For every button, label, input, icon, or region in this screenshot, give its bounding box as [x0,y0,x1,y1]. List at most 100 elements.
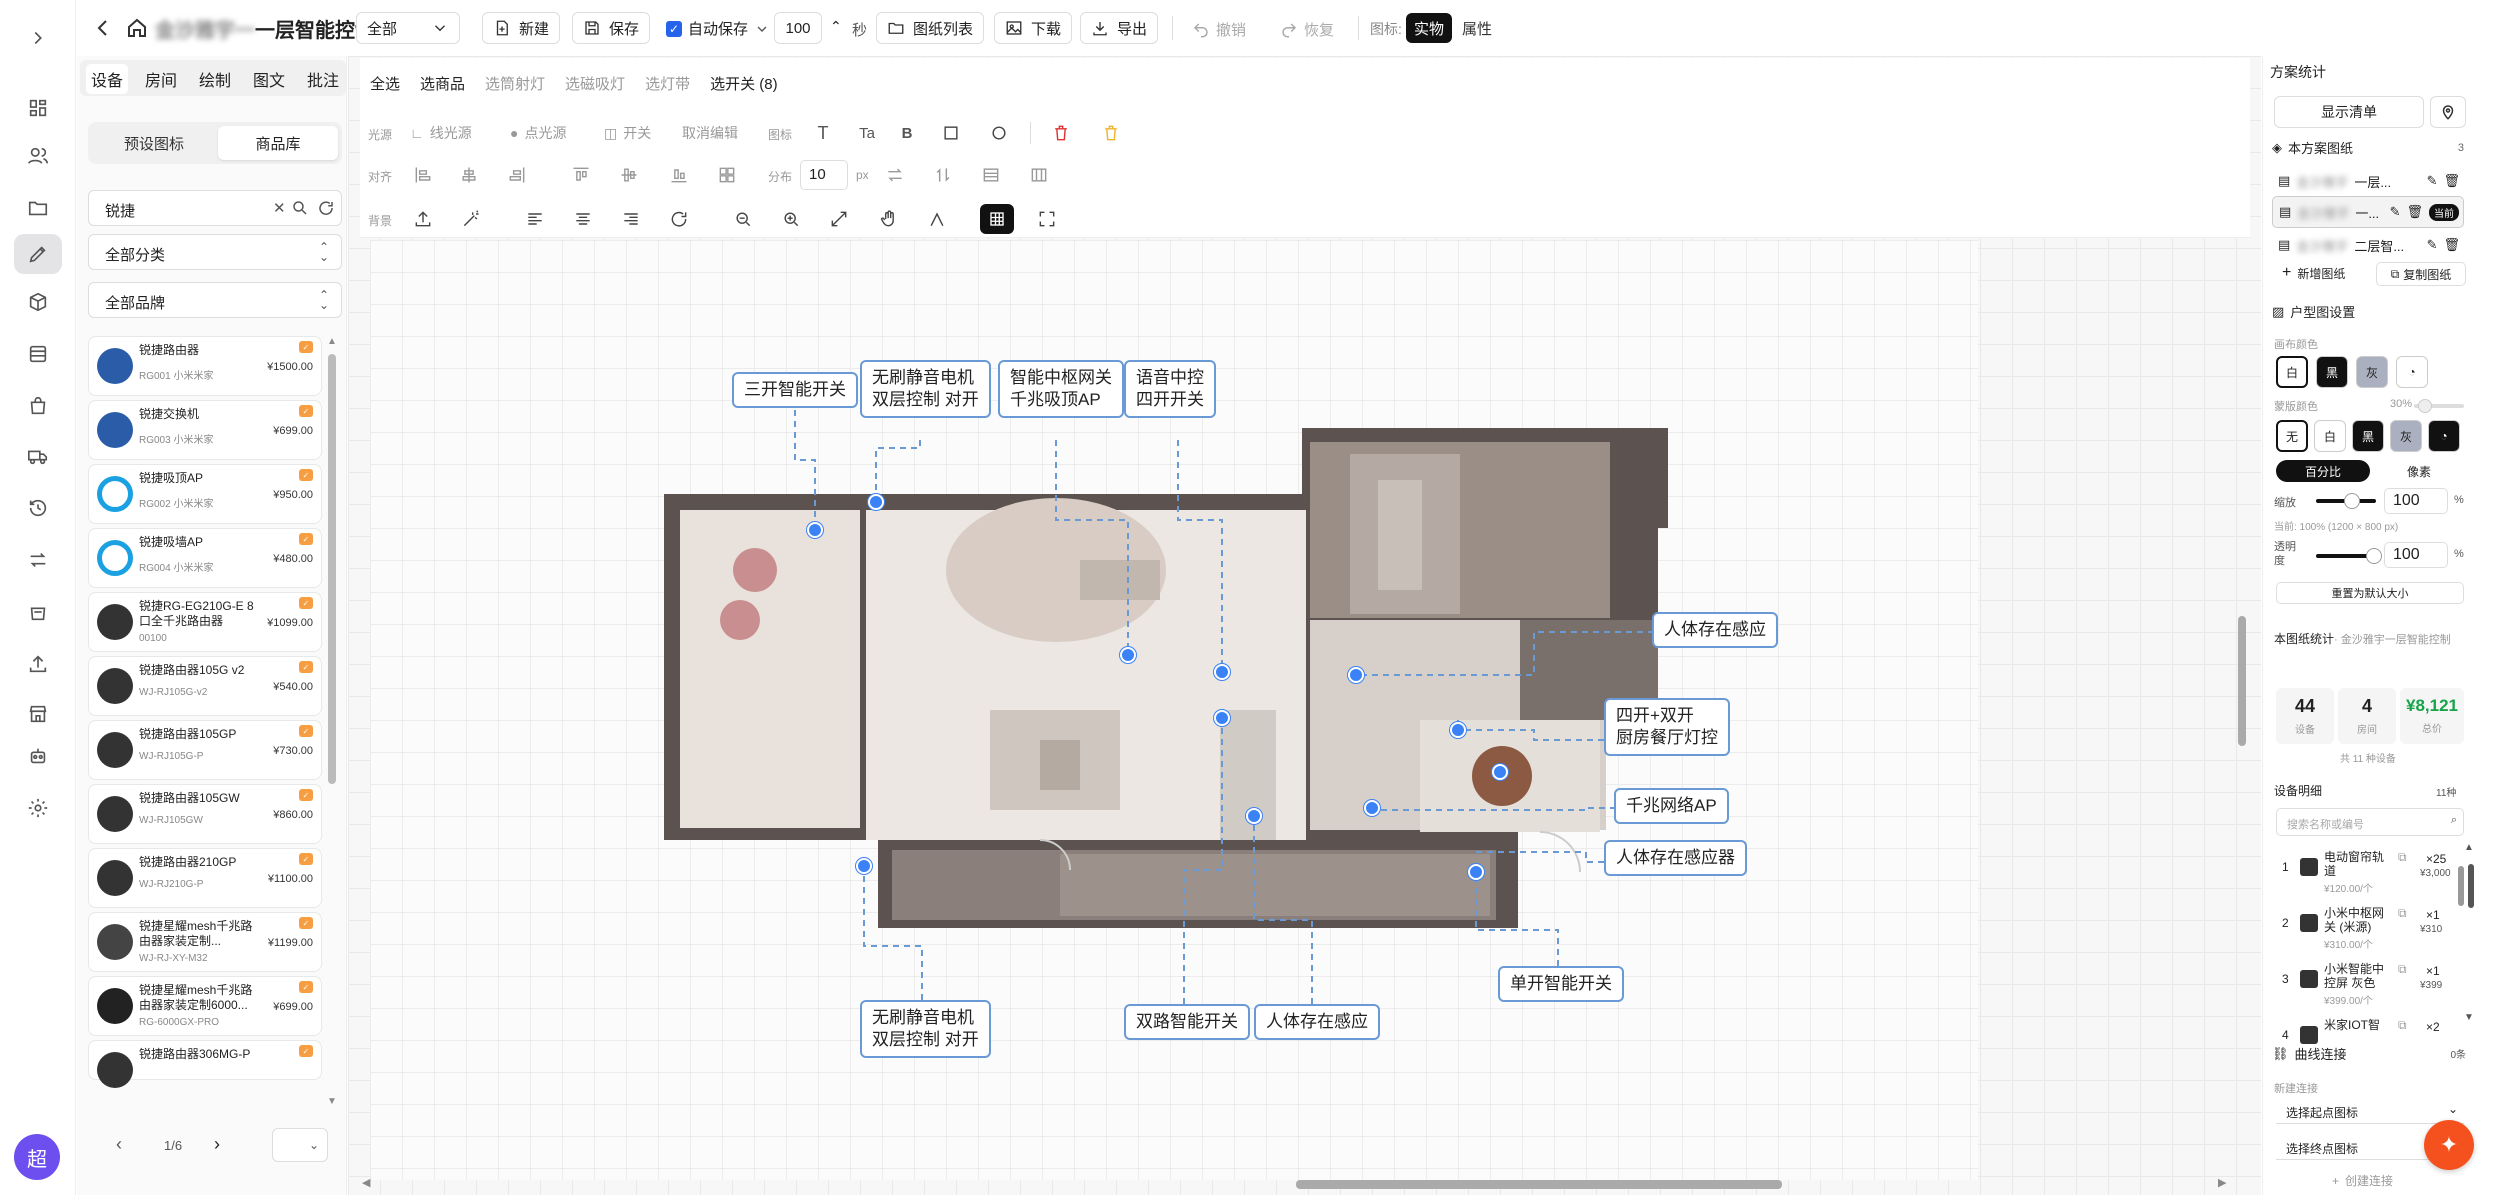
mask-gray[interactable]: 灰 [2390,420,2422,452]
callout-label[interactable]: 人体存在感应 [1652,612,1778,648]
canvas-color-gray[interactable]: 灰 [2356,356,2388,388]
detail-title: 设备明细 [2274,784,2323,798]
detail-scrollbar[interactable] [2458,866,2464,906]
right-scrollbar[interactable] [2468,864,2474,908]
file-icon: ▤ [2279,204,2292,219]
opacity-slider-thumb[interactable] [2366,548,2382,564]
detail-row[interactable]: 3 小米智能中控屏 灰色 ⧉ ×1 ¥399 ¥399.00/个 [2274,960,2460,1010]
opacity-slider[interactable] [2316,548,2382,564]
drawings-section-title: ◈ 本方案图纸 3 [2272,138,2464,157]
callout-label[interactable]: 三开智能开关 [732,372,858,408]
image-icon: ▨ [2272,303,2285,319]
device-dot[interactable] [807,522,823,538]
callout-label[interactable]: 双路智能开关 [1124,1004,1250,1040]
mask-palette-icon[interactable]: ◔ [2428,420,2460,452]
canvas-color-white[interactable]: 白 [2276,356,2308,388]
callout-label[interactable]: 无刷静音电机 双层控制 对开 [860,1000,991,1058]
copy-icon[interactable]: ⧉ [2398,906,2407,921]
detail-search-placeholder: 搜索名称或编号 [2287,819,2364,831]
device-dot[interactable] [1364,800,1380,816]
mask-slider[interactable] [2414,399,2464,413]
callout-label[interactable]: 人体存在感应 [1254,1004,1380,1040]
hscroll-right-icon[interactable]: ▶ [2218,1176,2226,1189]
copy-icon[interactable]: ⧉ [2398,850,2407,865]
scroll-up-icon[interactable]: ▲ [2464,842,2474,853]
callout-label[interactable]: 四开+双开 厨房餐厅灯控 [1604,698,1730,756]
connector-line [1055,440,1129,655]
create-connection-label: 创建连接 [2345,1174,2394,1188]
device-dot[interactable] [1450,722,1466,738]
trash-icon[interactable]: 🗑 [2443,173,2460,189]
device-dot[interactable] [868,494,884,510]
trash-icon[interactable]: 🗑 [2443,237,2460,253]
connector-lines [794,410,1654,1004]
canvas-hscroll[interactable] [1296,1180,1782,1189]
unit-percent-button[interactable]: 百分比 [2276,460,2370,482]
start-icon-select[interactable]: 选择起点图标 ⌄ [2276,1100,2464,1124]
copy-drawing-button[interactable]: ⧉ 复制图纸 [2376,262,2466,286]
drawing-name: 二层智... [2354,238,2405,254]
canvas-vscroll[interactable] [2238,616,2246,746]
copy-icon[interactable]: ⧉ [2398,962,2407,977]
opacity-input[interactable]: 100 [2384,542,2448,568]
drawing-item[interactable]: ▤ 金沙雅宇 二层智... ✎ 🗑 [2272,230,2464,260]
scale-input[interactable]: 100 [2384,488,2448,514]
callout-label[interactable]: 单开智能开关 [1498,966,1624,1002]
callout-label[interactable]: 无刷静音电机 双层控制 对开 [860,360,991,418]
stat-rooms: 4 房间 [2338,688,2396,744]
detail-row[interactable]: 2 小米中枢网关 (米源) ⧉ ×1 ¥310 ¥310.00/个 [2274,904,2460,954]
show-list-button[interactable]: 显示清单 [2274,96,2424,128]
connector-line [1475,872,1559,966]
device-dot[interactable] [1348,667,1364,683]
edit-icon[interactable]: ✎ [2390,204,2401,220]
hscroll-left-icon[interactable]: ◀ [362,1176,370,1189]
scroll-down-icon[interactable]: ▼ [2464,1012,2474,1023]
curve-section-title: ⛓ 曲线连接 0条 [2272,1044,2466,1063]
unit-pixel-button[interactable]: 像素 [2374,460,2464,482]
edit-icon[interactable]: ✎ [2427,173,2438,189]
device-dot[interactable] [1214,710,1230,726]
link-icon: ⛓ [2272,1045,2289,1061]
device-dot[interactable] [1214,664,1230,680]
stats-title: 本图纸统计· 金沙雅宇一层智能控制 [2274,628,2464,651]
mask-white[interactable]: 白 [2314,420,2346,452]
detail-search-input[interactable]: 搜索名称或编号 ⌕ [2276,808,2464,836]
drawing-item[interactable]: ▤ 金沙雅宇 一层... ✎ 🗑 [2272,166,2464,196]
device-dot[interactable] [1468,864,1484,880]
new-connection-label: 新建连接 [2274,1083,2318,1095]
palette-icon[interactable]: ◔ [2396,356,2428,388]
right-panel-title: 方案统计 [2270,64,2326,80]
file-icon: ▤ [2278,173,2291,188]
copy-icon[interactable]: ⧉ [2398,1018,2407,1033]
opacity-unit: % [2454,548,2464,560]
mask-black[interactable]: 黑 [2352,420,2384,452]
device-dot[interactable] [1246,808,1262,824]
callout-label[interactable]: 语音中控 四开开关 [1124,360,1216,418]
detail-row[interactable]: 1 电动窗帘轨道 ⧉ ×25 ¥3,000 ¥120.00/个 [2274,848,2460,898]
callout-label[interactable]: 人体存在感应器 [1604,840,1747,876]
callout-label[interactable]: 智能中枢网关 千兆吸顶AP [998,360,1124,418]
edit-icon[interactable]: ✎ [2427,237,2438,253]
mask-none[interactable]: 无 [2276,420,2308,452]
scale-slider-thumb[interactable] [2344,493,2360,509]
opacity-label: 透明度 [2274,541,2296,567]
drawing-item-current[interactable]: ▤ 金沙雅宇 一... ✎ 🗑 当前 [2272,196,2464,228]
reset-size-button[interactable]: 重置为默认大小 [2276,582,2464,604]
search-icon[interactable]: ⌕ [2451,814,2457,827]
scale-slider[interactable] [2316,493,2376,509]
ai-assistant-button[interactable]: ✦ [2424,1120,2474,1170]
detail-thumbnail [2300,970,2318,988]
create-connection-button[interactable]: + 创建连接 [2332,1172,2393,1189]
device-dot[interactable] [1492,764,1508,780]
device-dot[interactable] [1120,647,1136,663]
add-drawing-button[interactable]: + 新增图纸 [2282,264,2345,282]
trash-icon[interactable]: 🗑 [2406,204,2423,220]
connector-line [863,866,923,1000]
mask-slider-thumb[interactable] [2418,399,2432,413]
connector-line [1177,440,1223,672]
canvas-color-black[interactable]: 黑 [2316,356,2348,388]
drawing-blur: 金沙雅宇 [2297,205,2350,221]
callout-label[interactable]: 千兆网络AP [1614,788,1729,824]
location-icon[interactable] [2430,96,2466,128]
device-dot[interactable] [856,858,872,874]
